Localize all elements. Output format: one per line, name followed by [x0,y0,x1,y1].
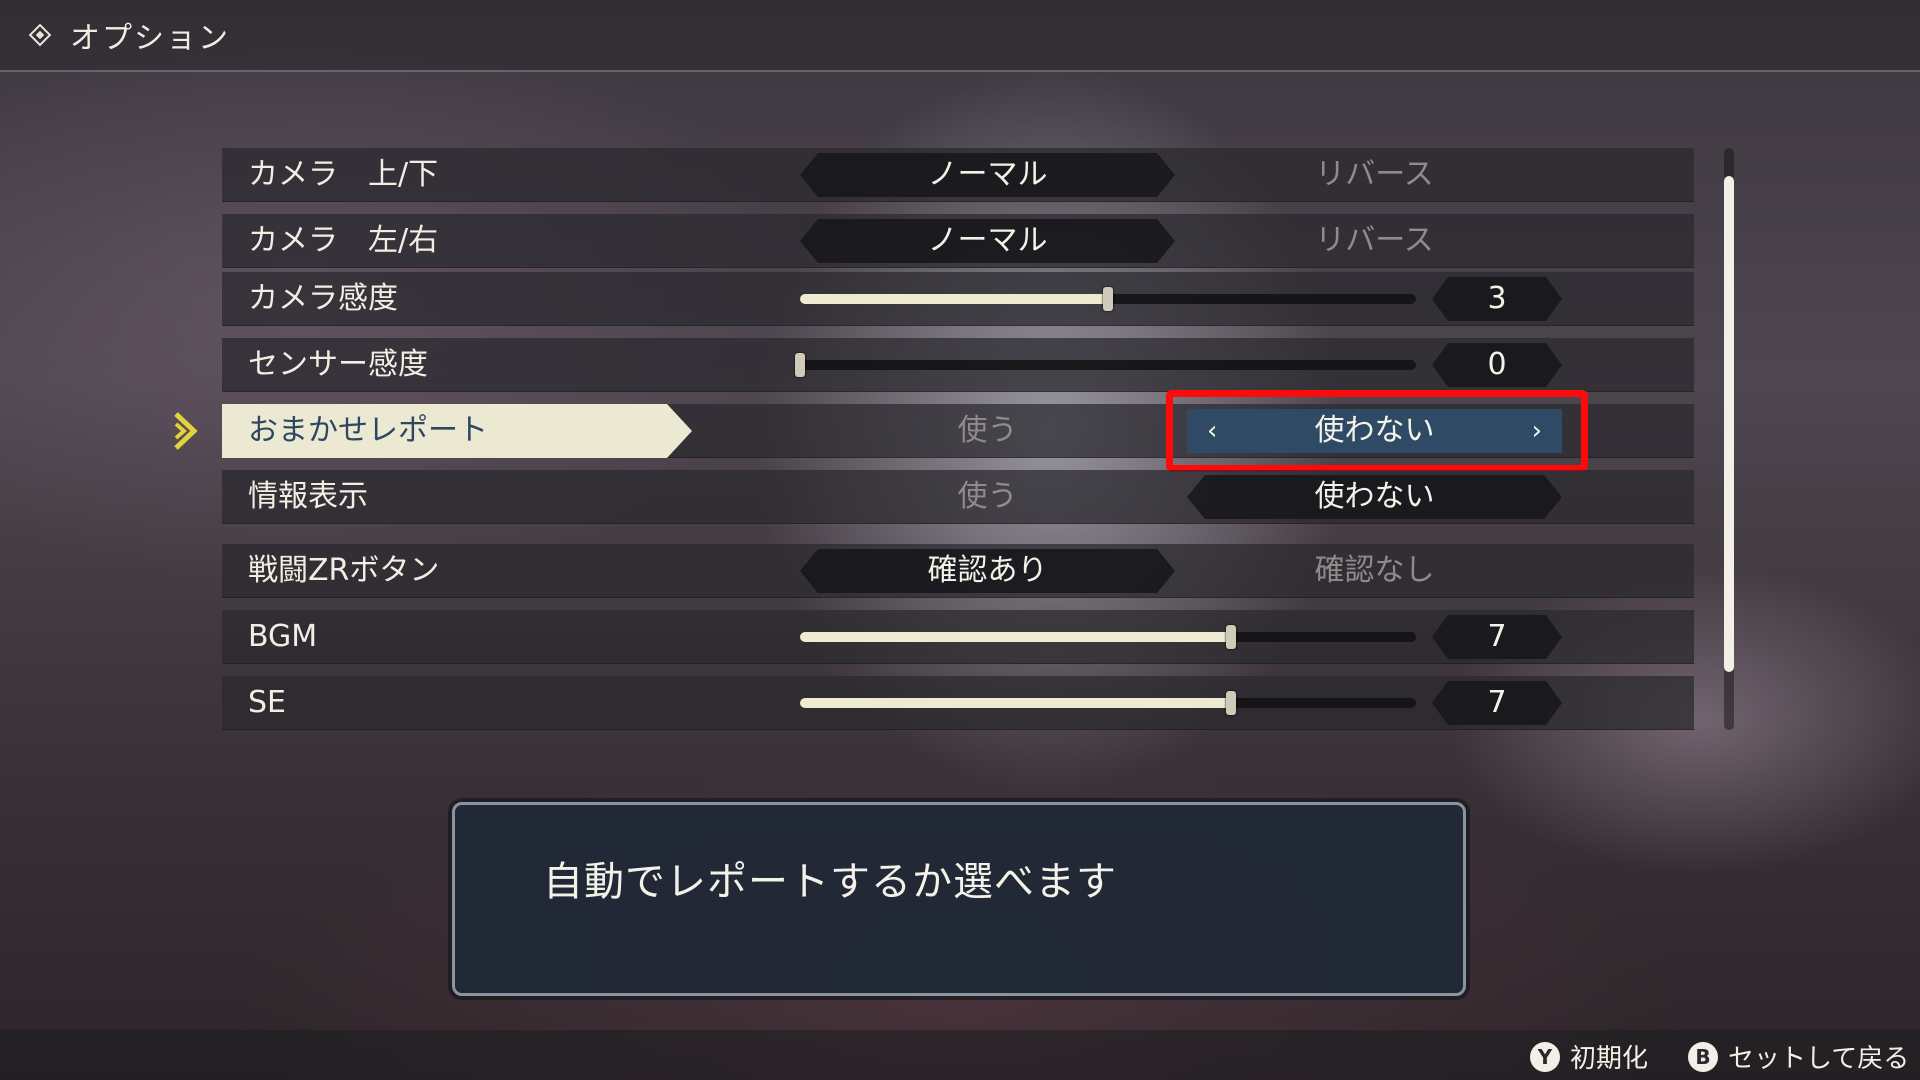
option-row-se[interactable]: SE 7 [222,676,1694,730]
page-title: オプション [70,21,230,56]
slider-value: 7 [1432,681,1562,725]
sensor-sensitivity-slider[interactable] [795,353,1416,377]
option-row-camera-sensitivity[interactable]: カメラ感度 3 [222,272,1694,326]
scrollbar-thumb[interactable] [1724,176,1734,672]
option-label: BGM [248,619,318,654]
bgm-volume-slider[interactable] [800,625,1416,649]
slider-value: 7 [1432,615,1562,659]
option-choice-dont-use[interactable]: 使わない [1187,475,1562,519]
option-choice-confirm[interactable]: 確認あり [800,549,1175,593]
slider-fill [800,632,1231,642]
slider-fill [800,294,1108,304]
option-choice-normal[interactable]: ノーマル [800,153,1175,197]
slider-value: 0 [1432,343,1562,387]
option-choice-dont-use-selected[interactable]: ‹ 使わない › [1187,409,1562,453]
option-choice-reverse[interactable]: リバース [1187,153,1562,197]
slider-value: 3 [1432,277,1562,321]
se-volume-slider[interactable] [800,691,1416,715]
option-row-camera-vertical[interactable]: カメラ 上/下 ノーマル リバース [222,148,1694,202]
option-choice-label: 使わない [1314,413,1435,448]
option-row-battle-zr[interactable]: 戦闘ZRボタン 確認あり 確認なし [222,544,1694,598]
slider-fill [800,698,1231,708]
option-label: カメラ 左/右 [248,223,439,258]
slider-knob[interactable] [795,353,805,377]
y-button-icon: Y [1530,1041,1560,1072]
option-row-auto-report[interactable]: おまかせレポート 使う ‹ 使わない › [174,390,1694,472]
reset-button[interactable]: Y 初期化 [1530,1038,1648,1075]
slider-knob[interactable] [1226,691,1236,715]
option-label: おまかせレポート [248,413,488,448]
option-label: 情報表示 [248,479,368,514]
option-label: SE [248,685,286,720]
options-header: オプション [0,0,1920,72]
option-row-sensor-sensitivity[interactable]: センサー感度 0 [222,338,1694,392]
footer-bar: Y 初期化 B セットして戻る [0,1030,1920,1080]
selection-cursor-icon [174,412,198,450]
option-choice-no-confirm[interactable]: 確認なし [1187,549,1562,593]
description-text: 自動でレポートするか選べます [543,859,1117,905]
scrollbar[interactable] [1724,148,1734,730]
back-label: セットして戻る [1728,1044,1910,1074]
option-choice-normal[interactable]: ノーマル [800,219,1175,263]
option-label: カメラ 上/下 [248,157,439,192]
slider-knob[interactable] [1103,287,1113,311]
menu-diamond-icon [28,23,52,47]
option-row-info-display[interactable]: 情報表示 使う 使わない [222,470,1694,524]
option-choice-use[interactable]: 使う [800,409,1175,453]
b-button-icon: B [1688,1041,1718,1072]
option-label: センサー感度 [248,347,428,382]
option-choice-use[interactable]: 使う [800,475,1175,519]
save-and-back-button[interactable]: B セットして戻る [1688,1038,1909,1075]
chevron-left-icon[interactable]: ‹ [1207,409,1217,453]
option-row-camera-horizontal[interactable]: カメラ 左/右 ノーマル リバース [222,214,1694,268]
chevron-right-icon[interactable]: › [1532,409,1542,453]
slider-knob[interactable] [1226,625,1236,649]
reset-label: 初期化 [1570,1044,1649,1074]
option-row-bgm[interactable]: BGM 7 [222,610,1694,664]
camera-sensitivity-slider[interactable] [800,287,1416,311]
option-choice-reverse[interactable]: リバース [1187,219,1562,263]
option-label: カメラ感度 [248,281,398,316]
description-box: 自動でレポートするか選べます [452,802,1466,996]
option-label: 戦闘ZRボタン [248,553,440,588]
